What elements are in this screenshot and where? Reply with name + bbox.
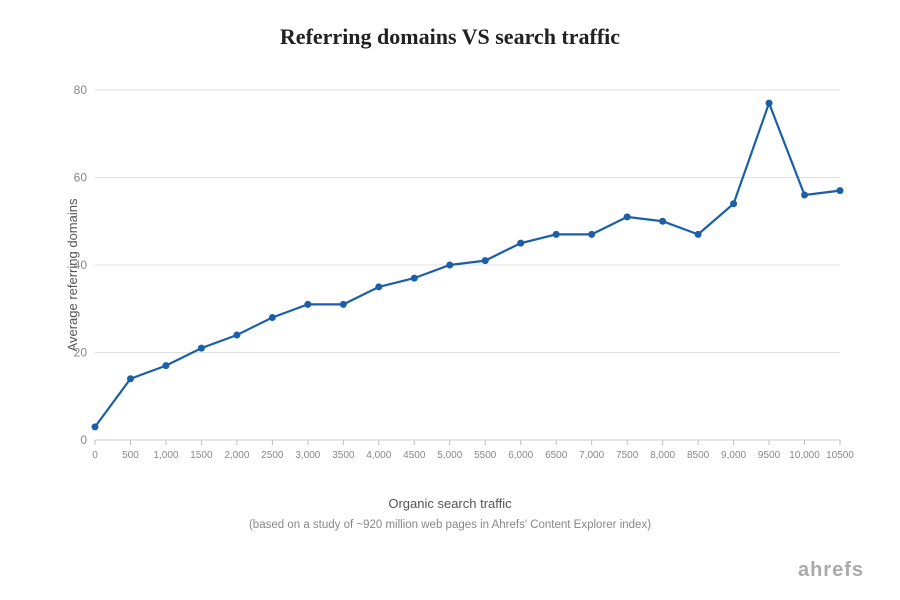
svg-text:3500: 3500	[332, 450, 355, 461]
svg-text:10500: 10500	[826, 450, 854, 461]
svg-text:2500: 2500	[261, 450, 284, 461]
svg-text:3,000: 3,000	[295, 450, 320, 461]
line-chart: 0 20 40 60 80 0 500 1,000 1500 2,000 2500 3,000 3500…	[40, 70, 860, 490]
svg-text:8,000: 8,000	[650, 450, 675, 461]
svg-text:4,000: 4,000	[366, 450, 391, 461]
svg-text:40: 40	[74, 258, 88, 272]
x-axis-label: Organic search traffic	[388, 496, 511, 511]
chart-area: 0 20 40 60 80 0 500 1,000 1500 2,000 2500 3,000 3500…	[40, 70, 860, 490]
svg-text:500: 500	[122, 450, 139, 461]
branding-logo: ahrefs	[798, 559, 864, 582]
svg-text:7,000: 7,000	[579, 450, 604, 461]
svg-text:1500: 1500	[190, 450, 213, 461]
svg-text:2,000: 2,000	[224, 450, 249, 461]
svg-text:1,000: 1,000	[153, 450, 178, 461]
svg-text:4500: 4500	[403, 450, 426, 461]
chart-title: Referring domains VS search traffic	[280, 24, 620, 50]
svg-text:6500: 6500	[545, 450, 568, 461]
svg-text:80: 80	[74, 83, 88, 97]
svg-text:7500: 7500	[616, 450, 639, 461]
footnote: (based on a study of ~920 million web pa…	[249, 519, 651, 531]
page-container: Referring domains VS search traffic Aver…	[0, 0, 900, 600]
svg-text:6,000: 6,000	[508, 450, 533, 461]
svg-text:9,000: 9,000	[721, 450, 746, 461]
svg-text:20: 20	[74, 346, 88, 360]
svg-text:60: 60	[74, 171, 88, 185]
svg-text:10,000: 10,000	[789, 450, 820, 461]
svg-text:8500: 8500	[687, 450, 710, 461]
svg-text:5500: 5500	[474, 450, 497, 461]
svg-text:0: 0	[92, 450, 98, 461]
svg-text:9500: 9500	[758, 450, 781, 461]
svg-text:0: 0	[80, 433, 87, 447]
svg-text:5,000: 5,000	[437, 450, 462, 461]
